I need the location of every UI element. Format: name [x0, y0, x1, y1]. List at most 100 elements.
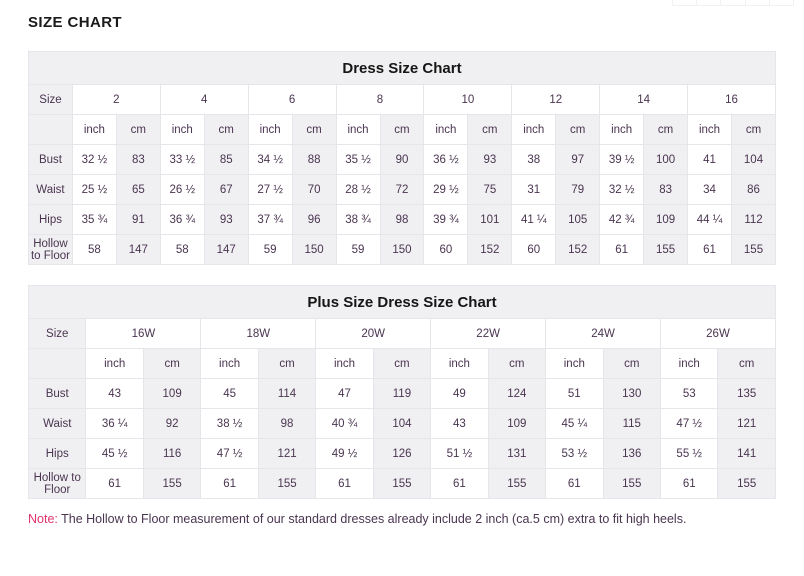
cell-waist-7: 109 [488, 409, 545, 439]
cell-bust-2: 33 ½ [160, 145, 204, 175]
cell-bust-10: 53 [660, 379, 717, 409]
cell-hollow-to-floor-6: 61 [431, 469, 488, 499]
standard-size-label: Size [29, 85, 73, 115]
cell-hollow-to-floor-0: 61 [86, 469, 143, 499]
standard-row-label: Hollow to Floor [29, 235, 73, 265]
plus-row-label: Hips [29, 439, 86, 469]
standard-size-10: 10 [424, 85, 512, 115]
standard-unit-cm: cm [556, 115, 600, 145]
standard-unit-cm: cm [204, 115, 248, 145]
standard-size-2: 2 [72, 85, 160, 115]
plus-unit-cm: cm [718, 349, 776, 379]
table-row: Hollow to Floor5814758147591505915060152… [29, 235, 776, 265]
cell-bust-11: 97 [556, 145, 600, 175]
cell-waist-2: 26 ½ [160, 175, 204, 205]
cell-hips-4: 49 ½ [316, 439, 373, 469]
standard-size-12: 12 [512, 85, 600, 115]
plus-unit-cm: cm [488, 349, 545, 379]
plus-unit-inch: inch [660, 349, 717, 379]
cell-hollow-to-floor-11: 155 [718, 469, 776, 499]
plus-size-header-row: Size16W18W20W22W24W26W [29, 319, 776, 349]
cell-waist-13: 83 [644, 175, 688, 205]
standard-unit-inch: inch [512, 115, 556, 145]
cell-hips-2: 36 ¾ [160, 205, 204, 235]
cell-hips-2: 47 ½ [201, 439, 258, 469]
standard-unit-inch: inch [160, 115, 204, 145]
cell-hollow-to-floor-4: 59 [248, 235, 292, 265]
plus-size-table-body: Plus Size Dress Size Chart Size16W18W20W… [29, 286, 776, 499]
cell-hips-8: 39 ¾ [424, 205, 468, 235]
cell-bust-6: 35 ½ [336, 145, 380, 175]
standard-unit-inch: inch [336, 115, 380, 145]
plus-unit-cm: cm [373, 349, 430, 379]
cell-hips-10: 41 ¼ [512, 205, 556, 235]
plus-unit-inch: inch [316, 349, 373, 379]
standard-unit-cm: cm [116, 115, 160, 145]
cell-hollow-to-floor-3: 155 [258, 469, 315, 499]
cell-hollow-to-floor-1: 147 [116, 235, 160, 265]
cell-bust-7: 124 [488, 379, 545, 409]
plus-title-row: Plus Size Dress Size Chart [29, 286, 776, 319]
cell-hips-12: 42 ¾ [600, 205, 644, 235]
cell-waist-11: 79 [556, 175, 600, 205]
plus-table-title: Plus Size Dress Size Chart [29, 286, 776, 319]
cell-bust-13: 100 [644, 145, 688, 175]
cell-waist-12: 32 ½ [600, 175, 644, 205]
table-row: Hips45 ½11647 ½12149 ½12651 ½13153 ½1365… [29, 439, 776, 469]
cell-hips-9: 136 [603, 439, 660, 469]
cell-hollow-to-floor-13: 155 [644, 235, 688, 265]
cell-hollow-to-floor-14: 61 [688, 235, 732, 265]
standard-size-16: 16 [688, 85, 776, 115]
cell-bust-1: 83 [116, 145, 160, 175]
standard-unit-cm: cm [468, 115, 512, 145]
cell-bust-3: 114 [258, 379, 315, 409]
cell-hollow-to-floor-9: 152 [468, 235, 512, 265]
plus-unit-inch: inch [86, 349, 143, 379]
standard-unit-inch: inch [424, 115, 468, 145]
standard-unit-inch: inch [688, 115, 732, 145]
size-chart-page: SIZE CHART Dress Size Chart Size24681012… [0, 0, 804, 527]
cell-hips-7: 98 [380, 205, 424, 235]
cell-bust-2: 45 [201, 379, 258, 409]
cell-hips-6: 51 ½ [431, 439, 488, 469]
note-label: Note: [28, 512, 58, 526]
standard-size-chart-block: Dress Size Chart Size246810121416inchcmi… [28, 51, 776, 265]
cell-waist-9: 75 [468, 175, 512, 205]
cell-waist-8: 45 ¼ [546, 409, 603, 439]
cell-bust-5: 88 [292, 145, 336, 175]
cell-hips-15: 112 [732, 205, 776, 235]
cell-hips-0: 35 ¾ [72, 205, 116, 235]
cell-hips-5: 126 [373, 439, 430, 469]
cell-bust-3: 85 [204, 145, 248, 175]
cell-waist-11: 121 [718, 409, 776, 439]
standard-unit-cm: cm [380, 115, 424, 145]
cropped-table-fragment [672, 0, 794, 6]
cell-waist-5: 70 [292, 175, 336, 205]
cell-hollow-to-floor-15: 155 [732, 235, 776, 265]
standard-unit-cm: cm [292, 115, 336, 145]
cell-waist-3: 98 [258, 409, 315, 439]
cell-hips-10: 55 ½ [660, 439, 717, 469]
cell-hollow-to-floor-4: 61 [316, 469, 373, 499]
standard-unit-inch: inch [600, 115, 644, 145]
plus-unit-row-spacer [29, 349, 86, 379]
cell-hips-0: 45 ½ [86, 439, 143, 469]
cell-bust-8: 36 ½ [424, 145, 468, 175]
plus-unit-inch: inch [201, 349, 258, 379]
cell-hollow-to-floor-5: 150 [292, 235, 336, 265]
cell-hollow-to-floor-10: 60 [512, 235, 556, 265]
cell-bust-10: 38 [512, 145, 556, 175]
cell-hollow-to-floor-1: 155 [143, 469, 200, 499]
standard-size-header-row: Size246810121416 [29, 85, 776, 115]
cell-hollow-to-floor-7: 150 [380, 235, 424, 265]
cell-hollow-to-floor-8: 61 [546, 469, 603, 499]
table-row: Bust431094511447119491245113053135 [29, 379, 776, 409]
cell-hips-1: 91 [116, 205, 160, 235]
cell-bust-5: 119 [373, 379, 430, 409]
cell-bust-0: 32 ½ [72, 145, 116, 175]
cell-waist-4: 27 ½ [248, 175, 292, 205]
plus-size-chart-block: Plus Size Dress Size Chart Size16W18W20W… [28, 285, 776, 499]
standard-row-label: Waist [29, 175, 73, 205]
plus-size-16W: 16W [86, 319, 201, 349]
standard-unit-inch: inch [248, 115, 292, 145]
